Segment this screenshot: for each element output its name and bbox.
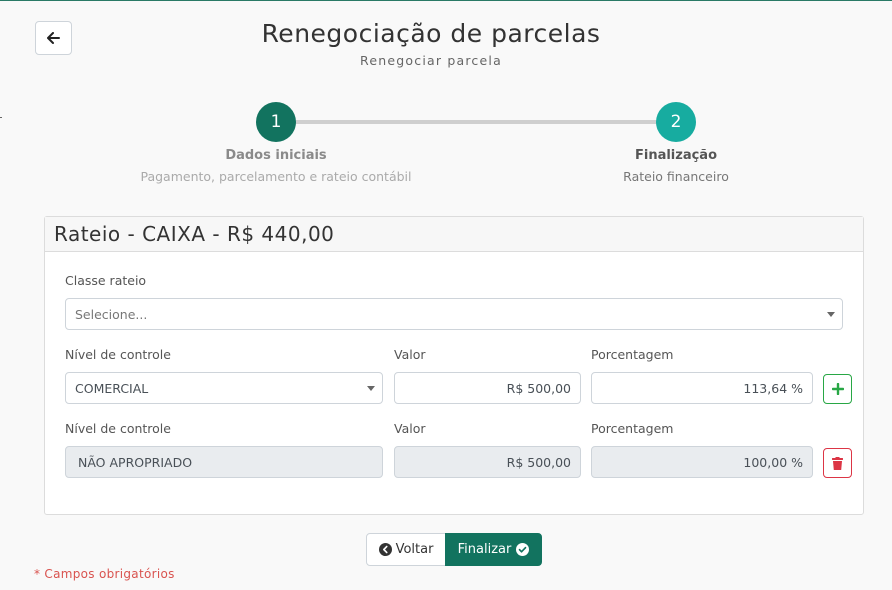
porcentagem-value: 100,00 %	[743, 454, 803, 470]
rateio-card: Rateio - CAIXA - R$ 440,00 Classe rateio…	[44, 216, 864, 515]
finalizar-label: Finalizar	[457, 542, 512, 557]
nivel-controle-label: Nível de controle	[65, 347, 171, 362]
nivel-controle-label: Nível de controle	[65, 421, 171, 436]
check-circle-icon	[516, 543, 530, 556]
stepper-progress-line	[276, 120, 676, 124]
porcentagem-label: Porcentagem	[591, 421, 674, 436]
valor-input[interactable]: R$ 500,00	[394, 372, 581, 404]
porcentagem-label: Porcentagem	[591, 347, 674, 362]
add-row-button[interactable]	[823, 374, 852, 404]
edge-mark	[0, 117, 2, 118]
valor-value: R$ 500,00	[506, 454, 571, 470]
chevron-down-icon	[827, 312, 835, 317]
nivel-controle-value: NÃO APROPRIADO	[78, 454, 193, 470]
step-1-circle[interactable]: 1	[256, 102, 296, 142]
voltar-label: Voltar	[395, 542, 434, 557]
voltar-button[interactable]: Voltar	[366, 533, 446, 566]
rateio-card-title: Rateio - CAIXA - R$ 440,00	[45, 217, 863, 252]
step-2-circle[interactable]: 2	[656, 102, 696, 142]
classe-rateio-label: Classe rateio	[65, 273, 147, 288]
valor-label: Valor	[394, 347, 426, 362]
nivel-controle-field-disabled: NÃO APROPRIADO	[65, 446, 383, 478]
step-1-title: Dados iniciais	[225, 148, 327, 163]
finalizar-button[interactable]: Finalizar	[445, 533, 542, 566]
delete-row-button[interactable]	[823, 448, 852, 478]
classe-rateio-select[interactable]: Selecione...	[65, 298, 843, 330]
valor-label: Valor	[394, 421, 426, 436]
porcentagem-input[interactable]: 113,64 %	[591, 372, 813, 404]
trash-icon	[832, 456, 843, 470]
porcentagem-field-disabled: 100,00 %	[591, 446, 813, 478]
valor-field-disabled: R$ 500,00	[394, 446, 581, 478]
step-2-description: Rateio financeiro	[623, 169, 729, 184]
nivel-controle-select[interactable]: COMERCIAL	[65, 372, 383, 404]
nivel-controle-value: COMERCIAL	[75, 380, 149, 396]
porcentagem-value: 113,64 %	[743, 380, 803, 396]
plus-icon	[831, 383, 844, 395]
page-title: Renegociação de parcelas	[261, 19, 601, 48]
page-subtitle: Renegociar parcela	[360, 53, 502, 68]
step-1-description: Pagamento, parcelamento e rateio contábi…	[140, 169, 412, 184]
valor-value: R$ 500,00	[506, 380, 571, 396]
step-2-title: Finalização	[634, 148, 718, 163]
required-fields-note: * Campos obrigatórios	[34, 567, 175, 581]
chevron-down-icon	[367, 386, 375, 391]
classe-rateio-placeholder: Selecione...	[75, 306, 148, 322]
chevron-circle-left-icon	[378, 543, 392, 556]
